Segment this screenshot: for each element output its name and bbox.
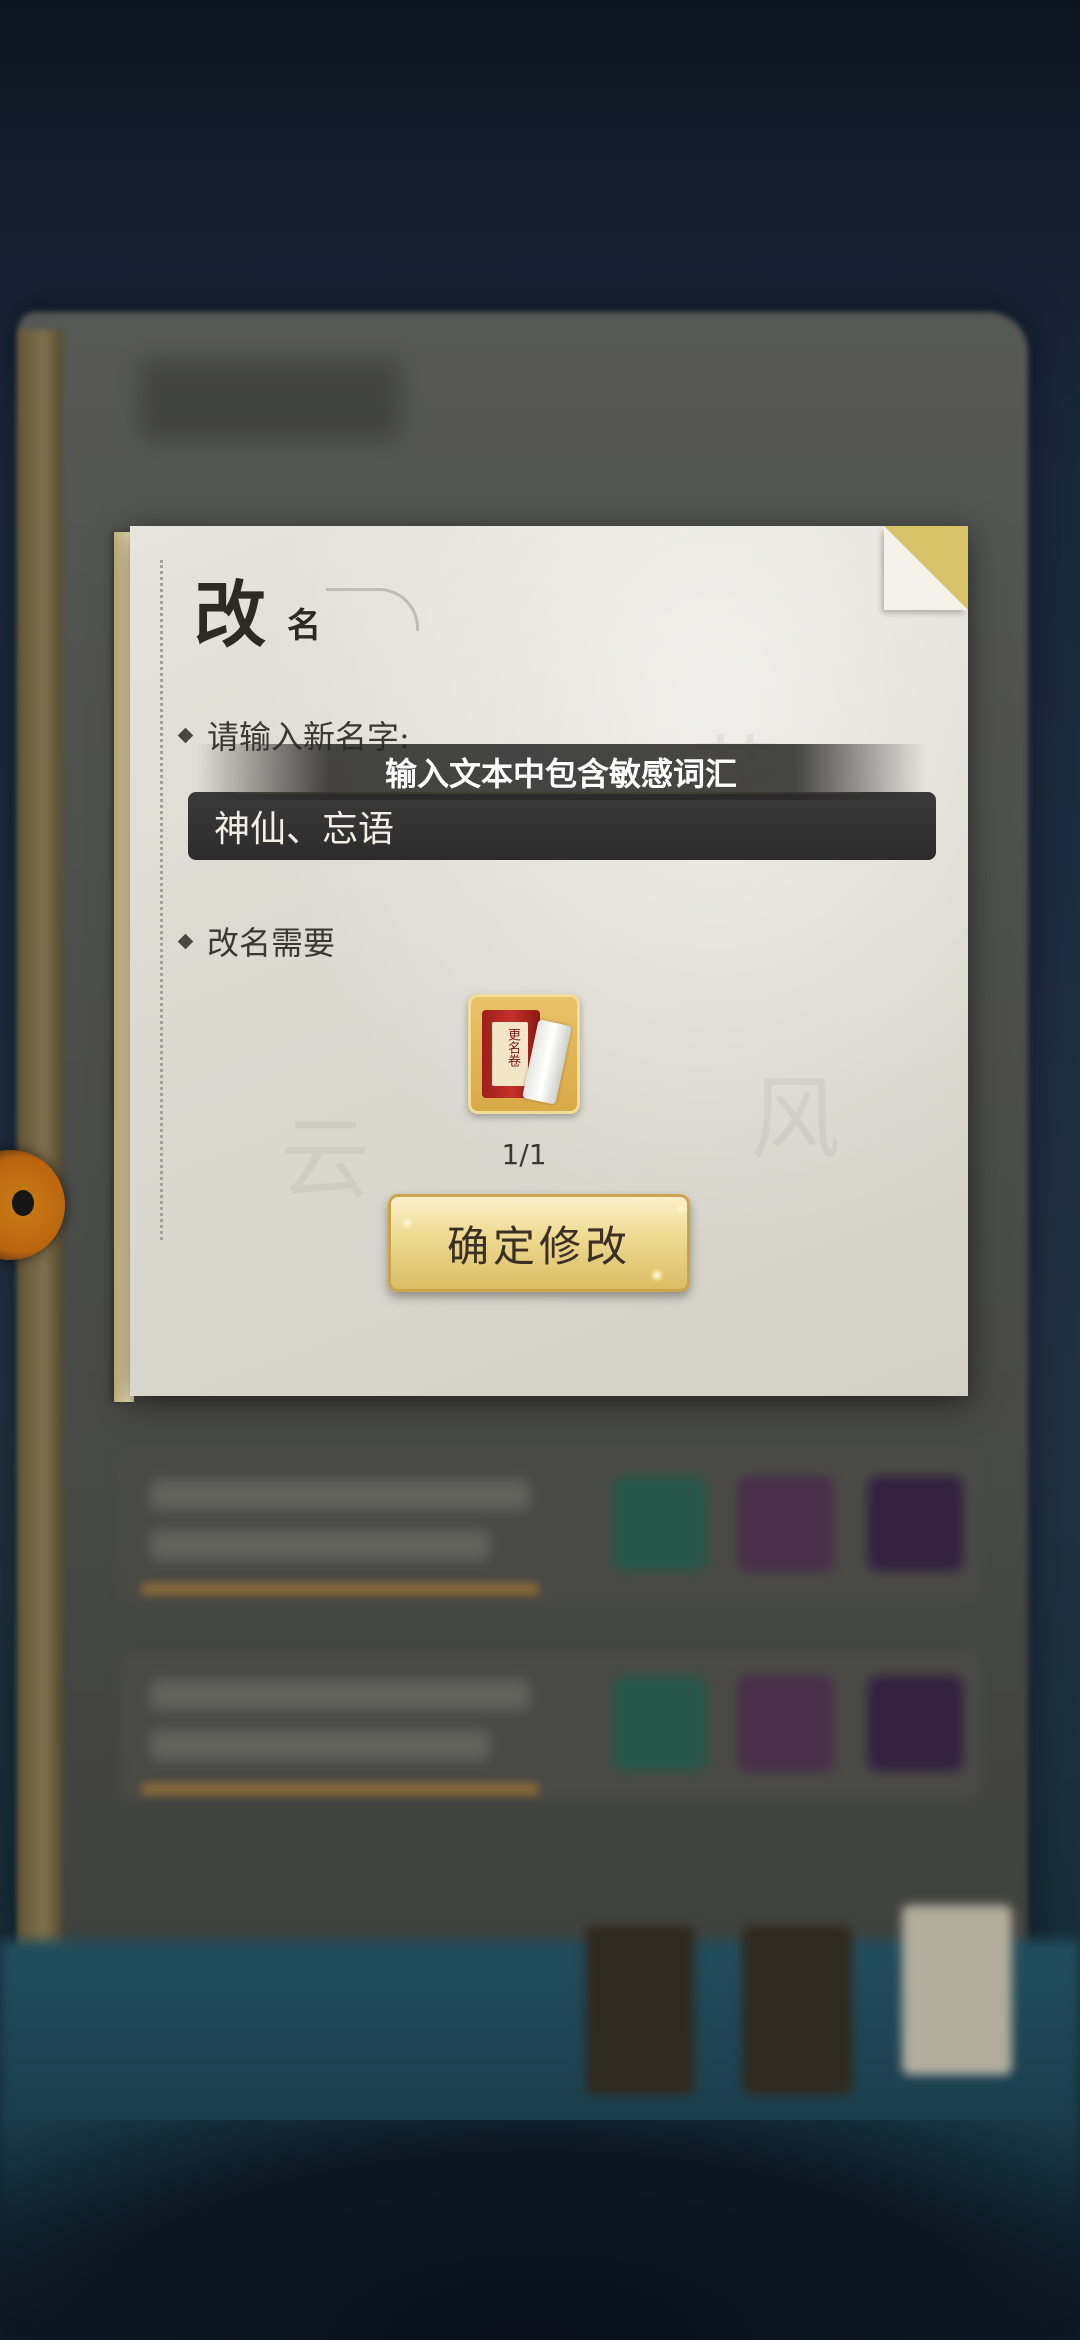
dialog-watermark: 云 [280,1107,370,1212]
diamond-bullet-icon [177,727,194,743]
confirm-rename-button[interactable]: 确定修改 [388,1194,690,1292]
toast-text: 输入文本中包含敏感词汇 [384,755,737,793]
dialog-watermark: 风 [750,1067,840,1172]
sparkle-icon [674,1202,688,1216]
sparkle-icon [400,1216,414,1230]
new-name-input[interactable]: 神仙、忘语 [188,792,936,860]
dialog-title: 改 [194,572,267,657]
sensitive-word-toast: 输入文本中包含敏感词汇 [196,744,926,800]
item-count: 1/1 [501,1138,547,1171]
rename-dialog: 花 风 云 改 名 请输入新名字: 神仙、忘语 输入文本中包含敏感词汇 改名需要… [130,526,968,1396]
confirm-button-label: 确定修改 [446,1221,631,1271]
rename-item-slot[interactable]: 更名卷 [468,994,580,1114]
dialog-dotted-margin [160,560,165,1240]
diamond-bullet-icon [177,933,194,949]
dialog-title-sub: 名 [287,606,321,646]
sparkle-icon [650,1268,664,1282]
requirement-label: 改名需要 [177,918,336,964]
requirement-label-text: 改名需要 [207,924,336,962]
item-icon-label: 更名卷 [505,1028,520,1067]
cloud-swirl-icon [326,588,419,631]
new-name-input-value: 神仙、忘语 [214,809,395,850]
page-corner-flap [884,526,968,610]
